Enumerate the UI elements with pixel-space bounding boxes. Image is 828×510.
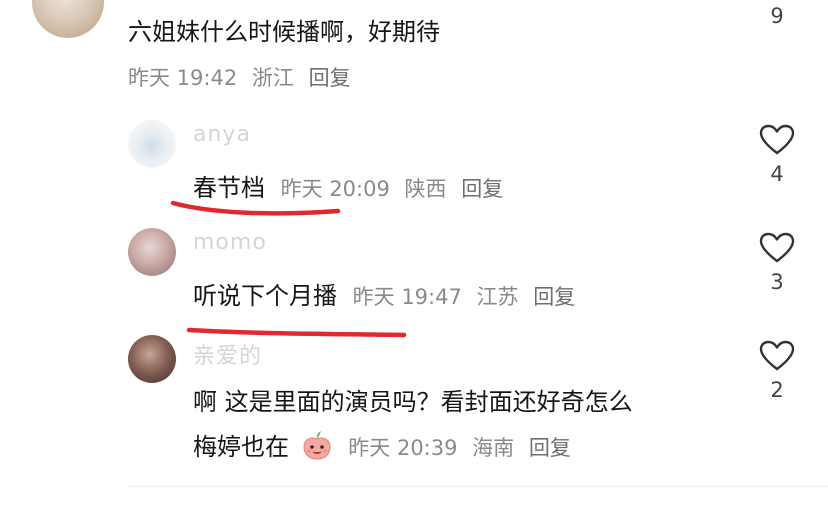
red-underline-annotation [186,327,407,338]
divider [128,486,828,487]
red-underline-annotation [170,200,341,216]
annotation-overlay [170,200,407,338]
